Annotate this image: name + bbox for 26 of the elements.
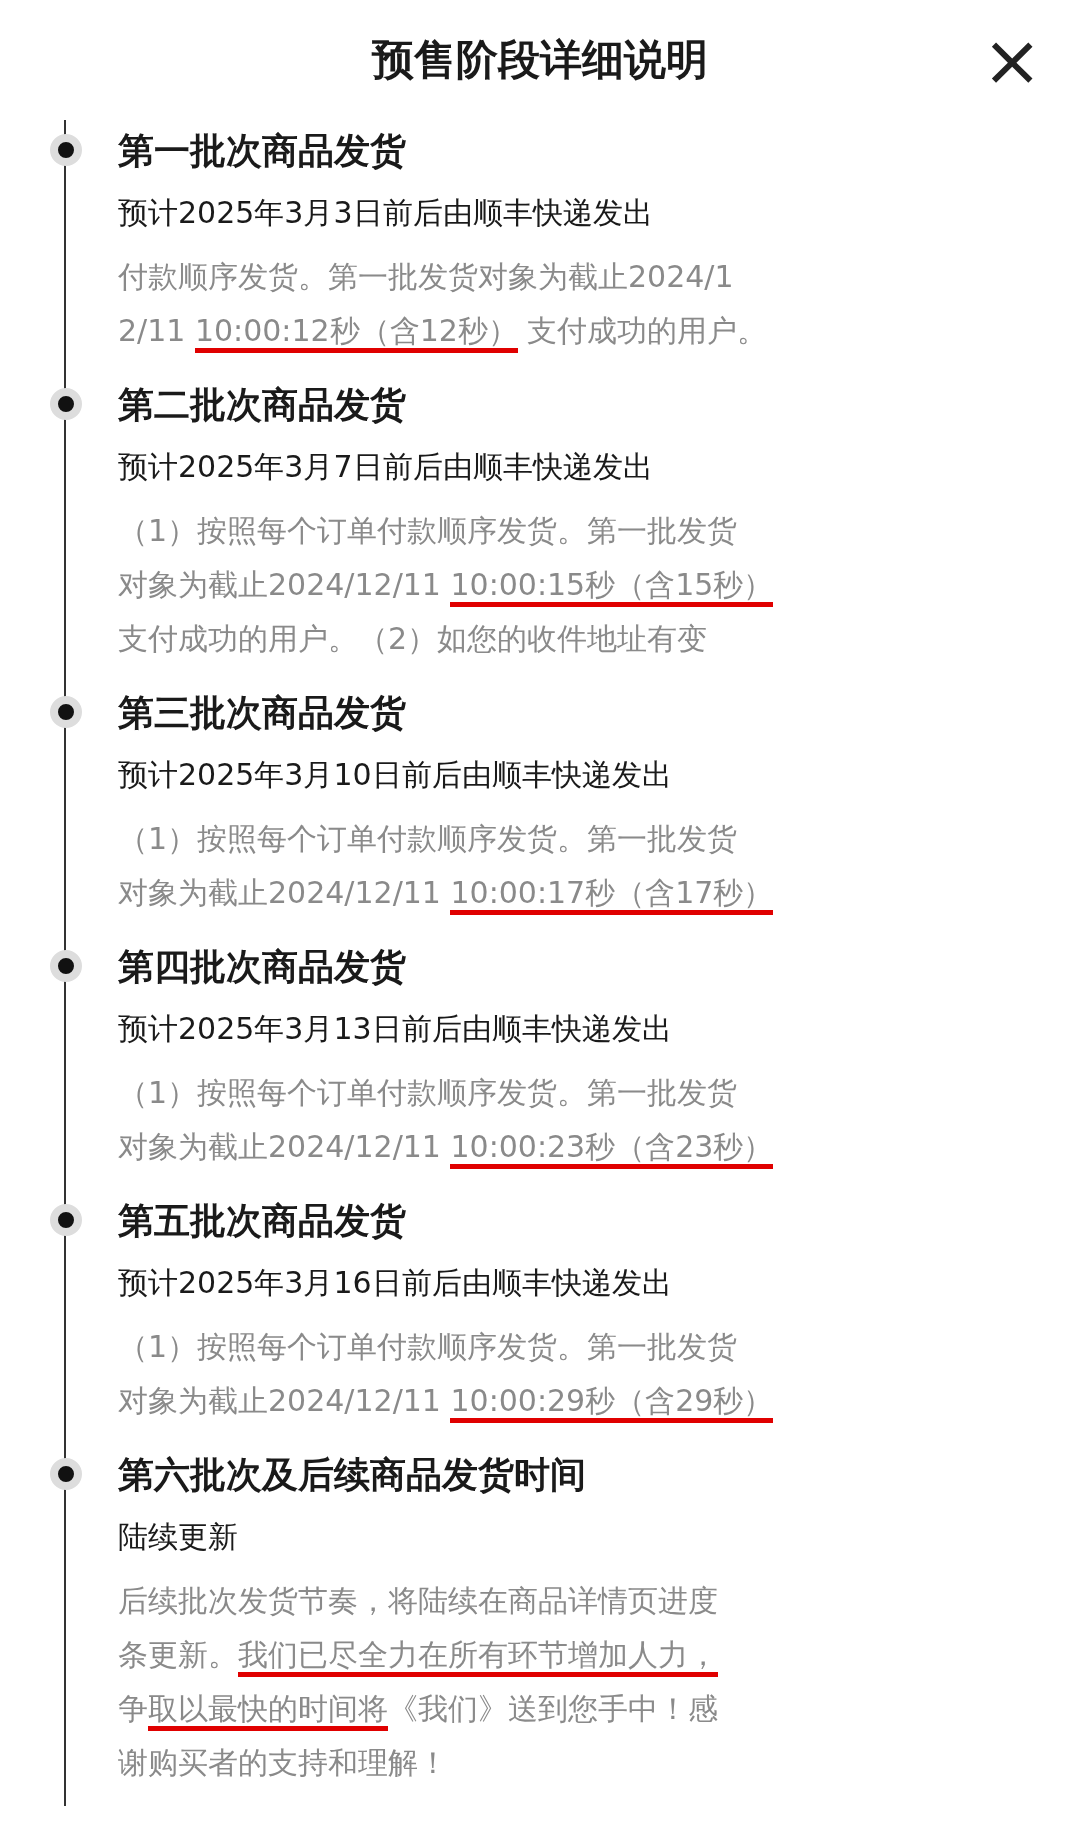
batch-heading: 第一批次商品发货 [118, 129, 407, 173]
batch-description: （1）按照每个订单付款顺序发货。第一批发货 对象为截止2024/12/11 10:00:15秒（含15秒） 支付成功的用户。（2）如您的收件地址有变 [118, 512, 775, 658]
batch-date: 预计2025年3月10日前后由顺丰快递发出 [118, 756, 673, 794]
batch-date: 预计2025年3月13日前后由顺丰快递发出 [118, 1010, 673, 1048]
batch-description: （1）按照每个订单付款顺序发货。第一批发货 对象为截止2024/12/11 10:00:23秒（含23秒） [118, 1066, 1080, 1174]
timeline-dot [50, 1204, 82, 1236]
timeline-dot [50, 388, 82, 420]
timeline-dot [50, 950, 82, 982]
timeline-dot [50, 696, 82, 728]
batch-description: （1）按照每个订单付款顺序发货。第一批发货 对象为截止2024/12/11 10:00:17秒（含17秒） [118, 812, 1080, 920]
batch-date: 预计2025年3月16日前后由顺丰快递发出 [118, 1264, 673, 1302]
batch-date: 预计2025年3月7日前后由顺丰快递发出 [118, 448, 654, 486]
batch-description: 付款顺序发货。第一批发货对象为截止2024/1 2/11 10:00:12秒（含12秒） 支付成功的用户。 [118, 250, 1080, 358]
close-button[interactable]: × [982, 30, 1042, 90]
batch-heading: 第四批次商品发货 [118, 945, 407, 989]
batch-heading: 第二批次商品发货 [118, 383, 407, 427]
batch-heading: 第五批次商品发货 [118, 1199, 407, 1243]
batch-date: 预计2025年3月3日前后由顺丰快递发出 [118, 194, 654, 232]
timeline-dot [50, 134, 82, 166]
batch-description: 后续批次发货节奏，将陆续在商品详情页进度 条更新。我们已尽全力在所有环节增加人力， 争取以最快的时间将《我们》送到您手中！感 谢购买者的支持和理解！ [118, 1582, 719, 1782]
batch-heading: 第三批次商品发货 [118, 691, 407, 735]
batch-heading: 第六批次及后续商品发货时间 [118, 1453, 587, 1497]
batch-description: （1）按照每个订单付款顺序发货。第一批发货 对象为截止2024/12/11 10:00:29秒（含29秒） [118, 1320, 1080, 1428]
page-title: 预售阶段详细说明 [372, 34, 708, 86]
batch-date: 陆续更新 [118, 1518, 239, 1556]
timeline-dot [50, 1458, 82, 1490]
